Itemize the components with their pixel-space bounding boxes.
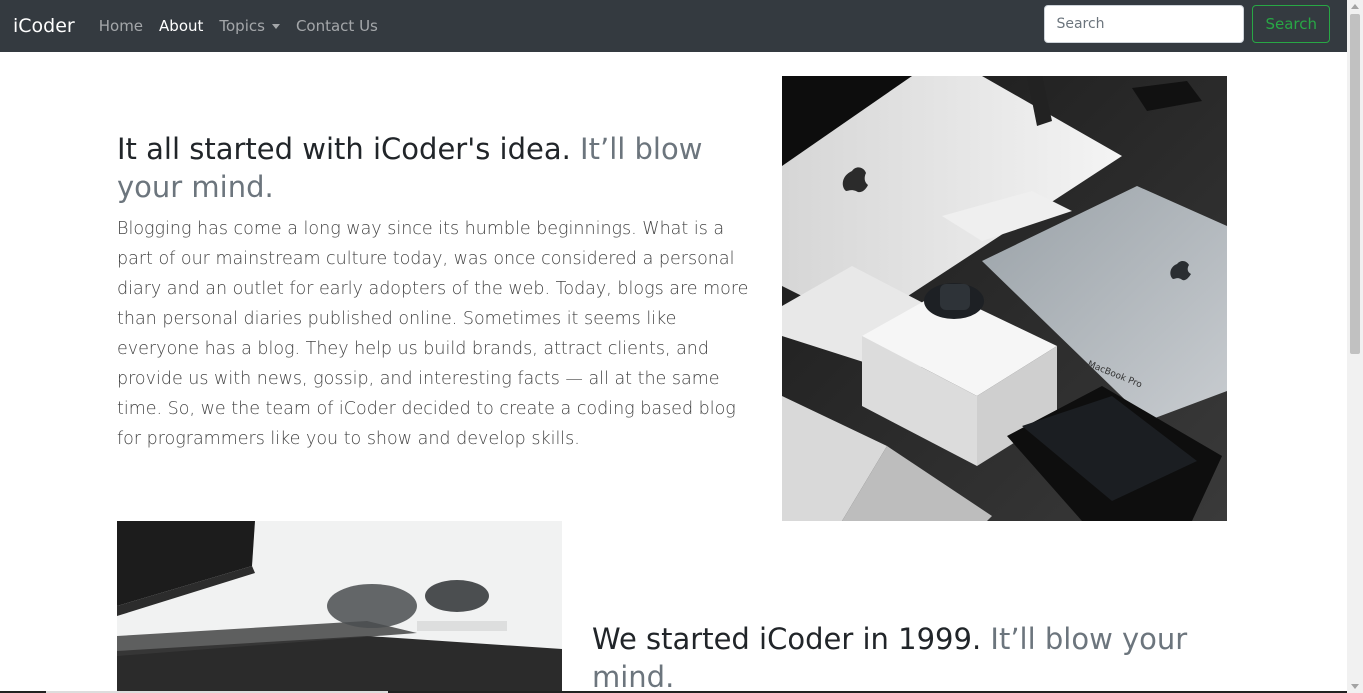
featurette-1-body: Blogging has come a long way since its h…	[117, 219, 749, 449]
search-input[interactable]	[1044, 5, 1245, 43]
brand-logo[interactable]: iCoder	[13, 15, 75, 37]
search-button[interactable]: Search	[1252, 5, 1330, 43]
featurette-1-heading-main: It all started with iCoder's idea.	[117, 132, 571, 166]
featurette-2-heading-main: We started iCoder in 1999.	[592, 622, 982, 656]
scroll-down-arrow-icon[interactable]	[1351, 684, 1359, 689]
scroll-up-arrow-icon[interactable]	[1351, 4, 1359, 9]
nav-topics-dropdown[interactable]: Topics	[219, 17, 280, 35]
scrollbar-thumb[interactable]	[1350, 14, 1360, 354]
nav-home[interactable]: Home	[99, 17, 143, 35]
navbar: iCoder Home About Topics Contact Us Sear…	[0, 0, 1347, 52]
caret-down-icon	[271, 23, 280, 29]
drone-desk-photo	[117, 521, 562, 693]
featurette-1-image: MacBook Pro	[782, 76, 1227, 521]
search-form: Search	[1044, 5, 1330, 43]
featurette-2-heading: We started iCoder in 1999. It’ll blow yo…	[592, 620, 1232, 693]
nav-about[interactable]: About	[159, 17, 203, 35]
nav-topics-label: Topics	[219, 17, 265, 35]
featurette-2-image	[117, 521, 562, 693]
apple-devices-photo: MacBook Pro	[782, 76, 1227, 521]
page-scrollbar[interactable]	[1347, 0, 1363, 693]
nav-contact[interactable]: Contact Us	[296, 17, 378, 35]
featurette-1-heading: It all started with iCoder's idea. It’ll…	[117, 130, 747, 206]
